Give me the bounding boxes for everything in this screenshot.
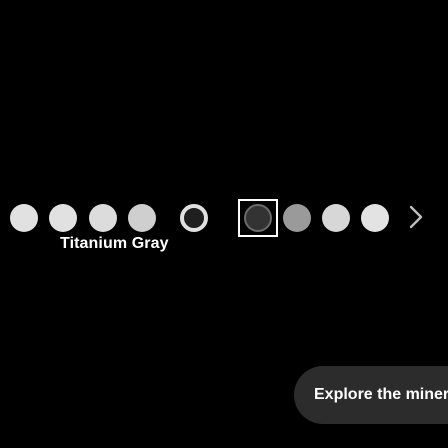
selected-color-name: Titanium Gray xyxy=(60,235,169,252)
swatch-4b[interactable] xyxy=(180,204,208,232)
explore-mineral-button[interactable]: Explore the mineral xyxy=(294,366,448,424)
chevron-right-icon[interactable] xyxy=(405,201,429,233)
swatch-2[interactable] xyxy=(49,204,77,232)
swatch-8[interactable] xyxy=(361,204,389,232)
swatch-3[interactable] xyxy=(89,204,117,232)
swatch-6[interactable] xyxy=(283,204,311,232)
swatch-7[interactable] xyxy=(322,204,350,232)
color-picker-screen: Titanium Gray Explore the mineral xyxy=(0,0,448,448)
swatch-4[interactable] xyxy=(128,204,156,232)
swatch-5-selected[interactable] xyxy=(244,204,272,232)
swatch-1[interactable] xyxy=(10,204,38,232)
